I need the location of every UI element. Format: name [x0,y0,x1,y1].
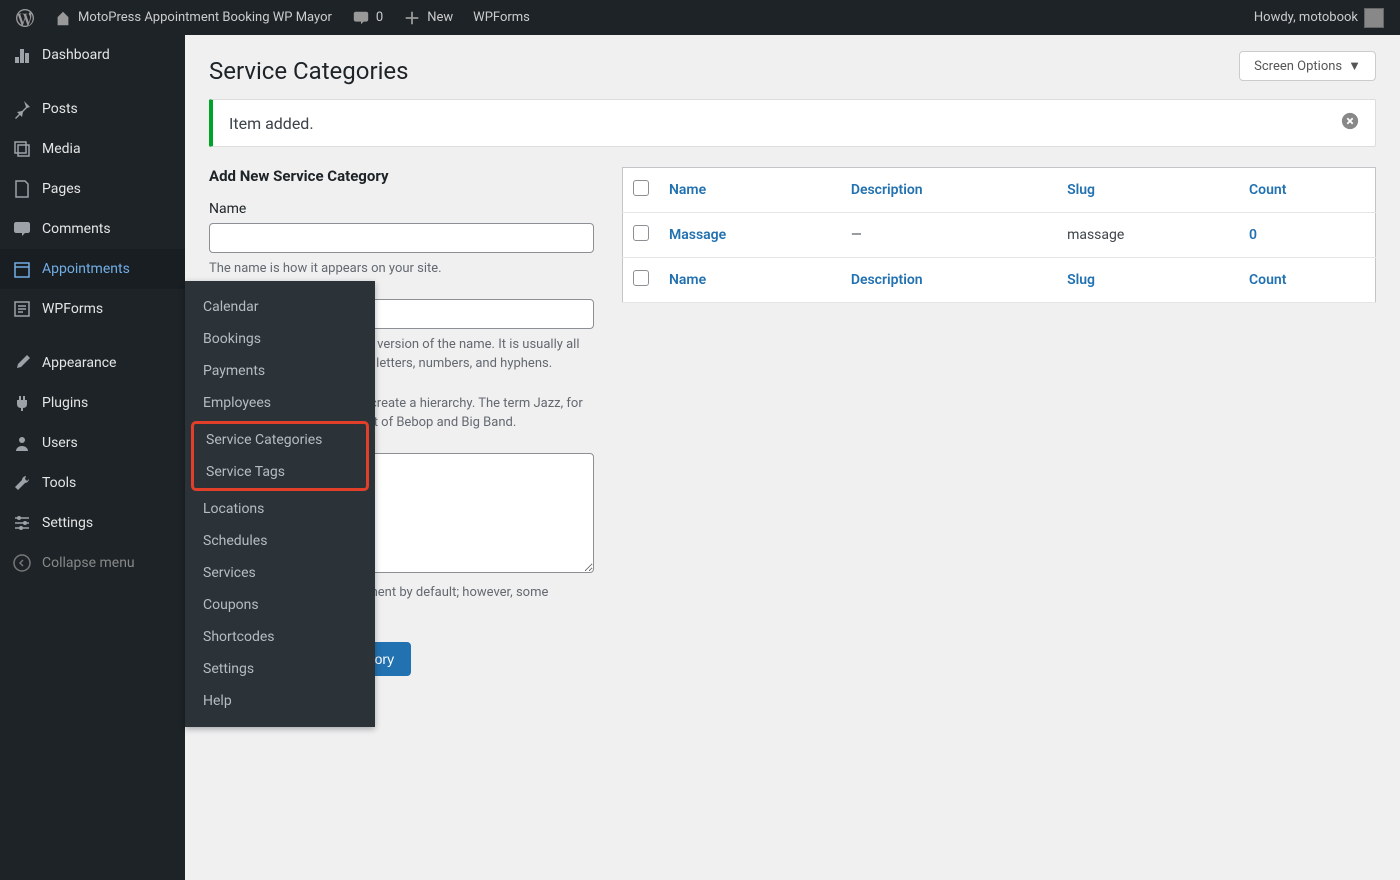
col-count-footer[interactable]: Count [1249,272,1286,288]
sidebar-item-wpforms[interactable]: WPForms [0,289,185,329]
sidebar-item-posts[interactable]: Posts [0,89,185,129]
comments-count: 0 [376,10,383,25]
site-home-link[interactable]: MotoPress Appointment Booking WP Mayor [48,9,338,27]
form-heading: Add New Service Category [209,167,594,185]
screen-options-button[interactable]: Screen Options ▼ [1239,51,1376,81]
col-slug-footer[interactable]: Slug [1067,272,1095,288]
plus-icon [403,9,421,27]
page-title: Service Categories [209,47,409,85]
form-icon [12,299,32,319]
sidebar-item-media[interactable]: Media [0,129,185,169]
sidebar-item-comments[interactable]: Comments [0,209,185,249]
col-description-footer[interactable]: Description [851,272,923,288]
calendar-icon [12,259,32,279]
wp-logo[interactable] [10,9,40,27]
name-label: Name [209,201,594,217]
submenu-shortcodes[interactable]: Shortcodes [185,621,375,653]
submenu-employees[interactable]: Employees [185,387,375,419]
submenu-payments[interactable]: Payments [185,355,375,387]
submenu-service-categories[interactable]: Service Categories [194,424,366,456]
submenu-bookings[interactable]: Bookings [185,323,375,355]
col-description[interactable]: Description [851,182,923,198]
sidebar-item-tools[interactable]: Tools [0,463,185,503]
sidebar-item-appointments[interactable]: Appointments [0,249,185,289]
comment-icon [352,9,370,27]
sidebar-item-plugins[interactable]: Plugins [0,383,185,423]
new-label: New [427,10,453,25]
sidebar-item-users[interactable]: Users [0,423,185,463]
table-row: Massage — massage 0 [623,213,1376,258]
row-description: — [841,213,1057,258]
admin-bar: MotoPress Appointment Booking WP Mayor 0… [0,0,1400,35]
submenu-help[interactable]: Help [185,685,375,717]
submenu-settings[interactable]: Settings [185,653,375,685]
categories-table: Name Description Slug Count Massage — ma… [622,167,1376,303]
chevron-down-icon: ▼ [1348,58,1361,74]
name-help: The name is how it appears on your site. [209,259,594,279]
select-all-checkbox-footer[interactable] [633,270,649,286]
close-icon [1341,112,1359,130]
sidebar-item-collapse[interactable]: Collapse menu [0,543,185,583]
submenu-locations[interactable]: Locations [185,493,375,525]
col-name[interactable]: Name [669,182,706,198]
comments-link[interactable]: 0 [346,9,389,27]
dismiss-notice-button[interactable] [1341,112,1359,134]
page-icon [12,179,32,199]
avatar [1364,8,1384,28]
submenu-service-tags[interactable]: Service Tags [194,456,366,488]
sidebar-item-settings[interactable]: Settings [0,503,185,543]
wordpress-icon [16,9,34,27]
wrench-icon [12,473,32,493]
brush-icon [12,353,32,373]
sliders-icon [12,513,32,533]
media-icon [12,139,32,159]
highlight-annotation: Service Categories Service Tags [191,421,369,491]
col-name-footer[interactable]: Name [669,272,706,288]
select-all-checkbox[interactable] [633,180,649,196]
sidebar-item-pages[interactable]: Pages [0,169,185,209]
col-count[interactable]: Count [1249,182,1286,198]
wpforms-link[interactable]: WPForms [467,10,536,25]
submenu-calendar[interactable]: Calendar [185,291,375,323]
user-icon [12,433,32,453]
notice-text: Item added. [229,114,314,133]
row-name-link[interactable]: Massage [669,227,726,243]
collapse-icon [12,553,32,573]
col-slug[interactable]: Slug [1067,182,1095,198]
submenu-schedules[interactable]: Schedules [185,525,375,557]
appointments-submenu: Calendar Bookings Payments Employees Ser… [185,281,375,727]
new-link[interactable]: New [397,9,459,27]
dashboard-icon [12,45,32,65]
site-name: MotoPress Appointment Booking WP Mayor [78,10,332,25]
admin-sidebar: Dashboard Posts Media Pages Comments App… [0,35,185,880]
success-notice: Item added. [209,99,1376,147]
howdy-user[interactable]: Howdy, motobook [1248,8,1390,28]
row-slug: massage [1057,213,1239,258]
submenu-coupons[interactable]: Coupons [185,589,375,621]
plug-icon [12,393,32,413]
submenu-services[interactable]: Services [185,557,375,589]
comments-icon [12,219,32,239]
row-count-link[interactable]: 0 [1249,227,1257,243]
row-checkbox[interactable] [633,225,649,241]
pin-icon [12,99,32,119]
home-icon [54,9,72,27]
name-input[interactable] [209,223,594,253]
sidebar-item-appearance[interactable]: Appearance [0,343,185,383]
sidebar-item-dashboard[interactable]: Dashboard [0,35,185,75]
